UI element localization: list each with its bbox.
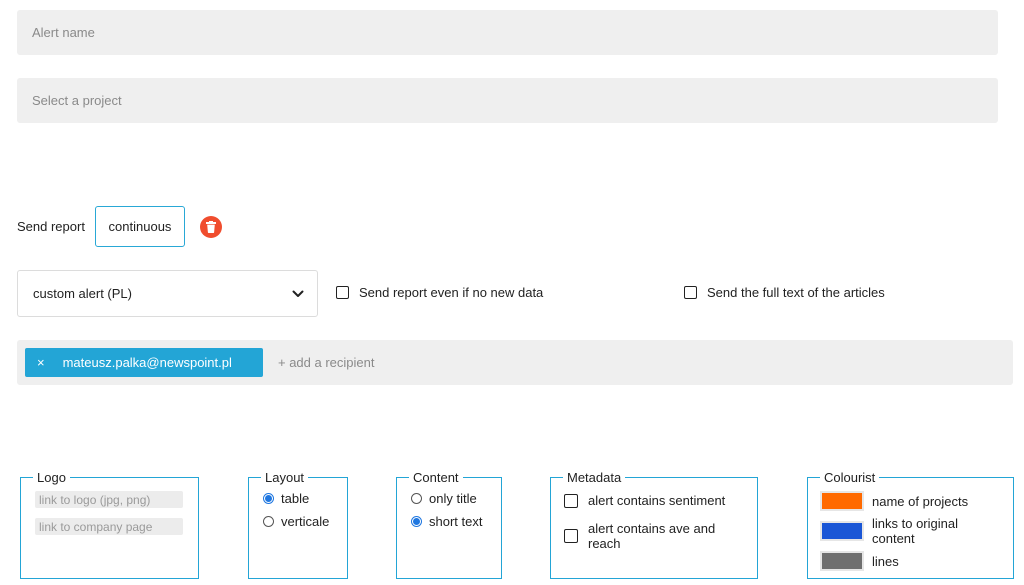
metadata-ave-reach-label: alert contains ave and reach xyxy=(588,521,716,551)
logo-section: Logo xyxy=(20,470,199,579)
delete-schedule-button[interactable] xyxy=(200,216,222,238)
trash-icon xyxy=(206,221,216,233)
logo-legend: Logo xyxy=(37,470,66,485)
metadata-sentiment-checkbox[interactable] xyxy=(564,493,578,508)
layout-table-label: table xyxy=(281,491,310,506)
content-short-text-label: short text xyxy=(429,514,483,529)
remove-recipient-icon[interactable]: × xyxy=(37,355,45,370)
metadata-option-sentiment[interactable]: alert contains sentiment xyxy=(564,493,747,508)
layout-verticale-label: verticale xyxy=(281,514,330,529)
content-option-short-text[interactable]: short text xyxy=(411,514,491,529)
logo-link-input[interactable] xyxy=(35,491,183,508)
layout-section: Layout table verticale xyxy=(248,470,348,579)
metadata-legend: Metadata xyxy=(567,470,622,485)
metadata-option-ave-reach[interactable]: alert contains ave and reach xyxy=(564,521,747,551)
send-full-text-option[interactable]: Send the full text of the articles xyxy=(684,285,885,300)
colour-row-links: links to original content xyxy=(820,516,1003,546)
content-only-title-label: only title xyxy=(429,491,477,506)
recipients-field[interactable]: × mateusz.palka@newspoint.pl + add a rec… xyxy=(17,340,1013,385)
send-if-no-new-data-label: Send report even if no new data xyxy=(359,285,544,300)
colour-swatch-projects[interactable] xyxy=(820,491,864,511)
report-frequency-field[interactable]: continuous xyxy=(95,206,185,247)
colour-label-projects: name of projects xyxy=(872,493,969,509)
layout-option-table[interactable]: table xyxy=(263,491,337,506)
report-template-value: custom alert (PL) xyxy=(33,286,132,301)
content-section: Content only title short text xyxy=(396,470,502,579)
layout-option-verticale[interactable]: verticale xyxy=(263,514,337,529)
project-select[interactable]: Select a project xyxy=(17,78,998,123)
colourist-legend: Colourist xyxy=(824,470,876,485)
layout-table-radio[interactable] xyxy=(263,493,274,504)
send-if-no-new-data-option[interactable]: Send report even if no new data xyxy=(336,285,543,300)
colour-row-projects: name of projects xyxy=(820,491,1003,511)
chevron-down-icon xyxy=(292,290,304,297)
send-report-label: Send report xyxy=(17,219,85,234)
content-short-text-radio[interactable] xyxy=(411,516,422,527)
metadata-ave-reach-checkbox[interactable] xyxy=(564,529,578,543)
send-if-no-new-data-checkbox[interactable] xyxy=(336,286,349,299)
colourist-section: Colourist name of projects links to orig… xyxy=(807,470,1014,579)
colour-swatch-lines[interactable] xyxy=(820,551,864,571)
metadata-section: Metadata alert contains sentiment alert … xyxy=(550,470,758,579)
colour-swatch-links[interactable] xyxy=(820,521,864,541)
colour-label-links: links to original content xyxy=(872,516,958,546)
layout-verticale-radio[interactable] xyxy=(263,516,274,527)
send-full-text-label: Send the full text of the articles xyxy=(707,285,885,300)
content-legend: Content xyxy=(413,470,459,485)
content-only-title-radio[interactable] xyxy=(411,493,422,504)
add-recipient-input[interactable]: + add a recipient xyxy=(278,355,374,370)
send-full-text-checkbox[interactable] xyxy=(684,286,697,299)
content-option-only-title[interactable]: only title xyxy=(411,491,491,506)
metadata-sentiment-label: alert contains sentiment xyxy=(588,493,726,508)
alert-name-input[interactable] xyxy=(17,10,998,55)
report-frequency-value: continuous xyxy=(108,219,172,234)
recipient-email: mateusz.palka@newspoint.pl xyxy=(62,355,232,370)
colour-row-lines: lines xyxy=(820,551,1003,571)
layout-legend: Layout xyxy=(265,470,305,485)
report-template-dropdown[interactable]: custom alert (PL) xyxy=(17,270,318,317)
colour-label-lines: lines xyxy=(872,553,899,569)
company-link-input[interactable] xyxy=(35,518,183,535)
project-select-placeholder: Select a project xyxy=(32,93,122,108)
recipient-chip: × mateusz.palka@newspoint.pl xyxy=(25,348,263,377)
